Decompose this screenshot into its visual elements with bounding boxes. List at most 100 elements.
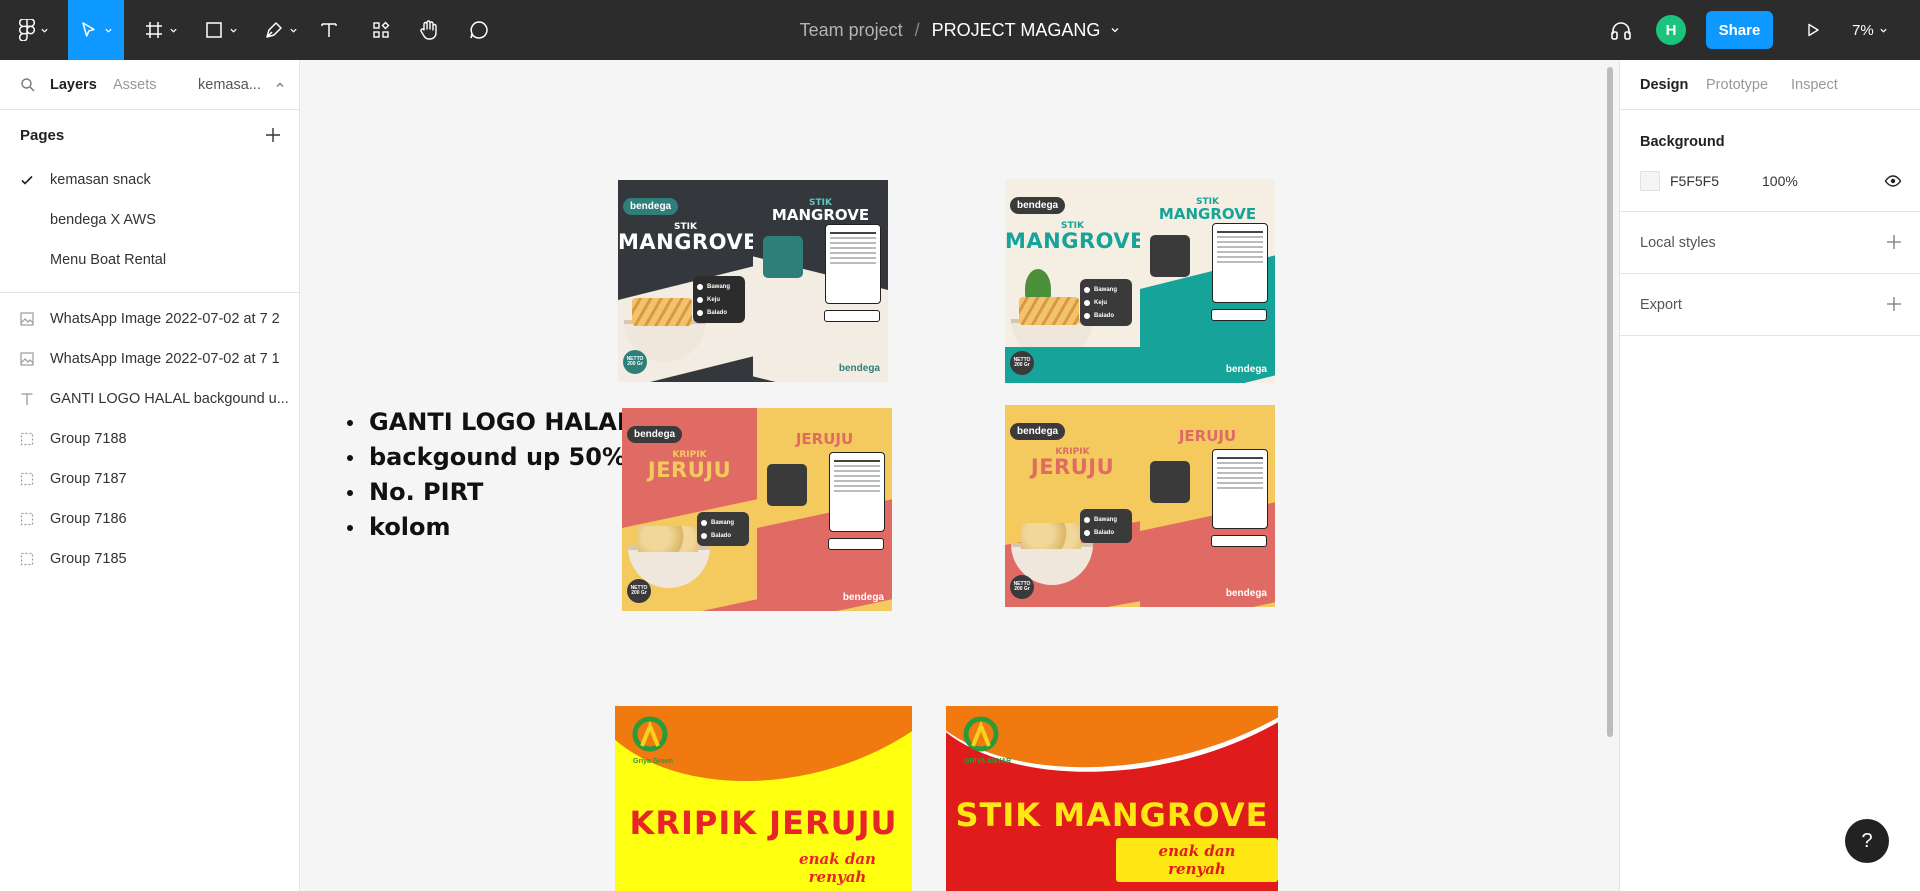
product-title: JERUJU <box>795 430 854 448</box>
move-tool-button[interactable] <box>68 0 124 60</box>
comment-tool-button[interactable] <box>466 0 492 60</box>
project-crumb[interactable]: Team project <box>800 20 903 41</box>
top-toolbar: Team project / PROJECT MAGANG H Share 7% <box>0 0 1920 60</box>
tab-layers[interactable]: Layers <box>50 60 97 110</box>
file-name[interactable]: PROJECT MAGANG <box>932 20 1101 41</box>
resources-button[interactable] <box>368 0 394 60</box>
layer-item[interactable]: WhatsApp Image 2022-07-02 at 7 1 <box>0 339 299 379</box>
canvas-scrollbar[interactable] <box>1607 67 1613 737</box>
flavor-item: Bawang <box>1084 513 1128 526</box>
background-opacity-input[interactable]: 100% <box>1762 173 1862 189</box>
left-panel: Layers Assets kemasa... Pages kemasan sn… <box>0 60 300 891</box>
pack-front-panel: bendega KRIPIK JERUJU Bawang Balado NETT… <box>1005 405 1140 607</box>
chevron-down-icon <box>41 28 48 33</box>
page-item-bendega-x-aws[interactable]: bendega X AWS <box>0 200 299 240</box>
layer-label: Group 7185 <box>50 551 127 567</box>
layer-item[interactable]: Group 7188 <box>0 419 299 459</box>
background-title: Background <box>1640 134 1725 150</box>
play-icon <box>1808 23 1819 37</box>
ingredients-box <box>763 236 803 278</box>
text-icon <box>321 23 337 37</box>
present-button[interactable] <box>1800 0 1826 60</box>
tagline: enak dan renyah <box>1116 838 1278 882</box>
background-color-swatch[interactable] <box>1640 171 1660 191</box>
share-button[interactable]: Share <box>1706 11 1773 49</box>
pack-front-panel: bendega STIK MANGROVE Bawang Keju Balado… <box>1005 179 1140 383</box>
layer-label: Group 7186 <box>50 511 127 527</box>
pen-tool-button[interactable] <box>258 0 304 60</box>
eye-icon[interactable] <box>1884 172 1902 190</box>
tab-inspect[interactable]: Inspect <box>1791 60 1838 110</box>
packaging-stik-mangrove-teal[interactable]: bendega STIK MANGROVE Bawang Keju Balado… <box>1005 179 1275 383</box>
product-title: JERUJU <box>1178 427 1237 445</box>
hand-icon <box>420 20 437 40</box>
frame-icon <box>146 22 162 38</box>
pack-back-panel: JERUJU bendega <box>1140 405 1275 607</box>
audio-button[interactable] <box>1604 0 1638 60</box>
netto-badge: NETTO 200 Gr <box>1010 575 1034 599</box>
note-item: No. PIRT <box>345 475 632 510</box>
packaging-griya-stik-mangrove[interactable]: GRIYA ANYAR STIK MANGROVE enak dan renya… <box>946 706 1278 891</box>
pack-front-panel: bendega STIK MANGROVE Bawang Keju Balado… <box>618 180 753 382</box>
brand-mini: bendega <box>1225 364 1267 375</box>
pack-back-panel: STIK MANGROVE bendega <box>753 180 888 382</box>
checkmark-icon <box>21 175 33 185</box>
page-item-label: kemasan snack <box>50 172 151 188</box>
hand-tool-button[interactable] <box>416 0 442 60</box>
layer-item[interactable]: WhatsApp Image 2022-07-02 at 7 2 <box>0 299 299 339</box>
page-item-kemasan-snack[interactable]: kemasan snack <box>0 160 299 200</box>
export-label: Export <box>1640 296 1682 313</box>
figma-logo-icon <box>19 19 35 41</box>
shape-tool-button[interactable] <box>198 0 244 60</box>
layer-label: Group 7187 <box>50 471 127 487</box>
layers-list: WhatsApp Image 2022-07-02 at 7 2 WhatsAp… <box>0 299 299 579</box>
chevron-down-icon[interactable] <box>1110 25 1120 35</box>
frame-tool-button[interactable] <box>138 0 184 60</box>
packaging-stik-mangrove-dark[interactable]: bendega STIK MANGROVE Bawang Keju Balado… <box>618 180 888 382</box>
nutrition-facts-box <box>829 452 885 532</box>
layer-item[interactable]: Group 7186 <box>0 499 299 539</box>
brand-mini: bendega <box>1225 588 1267 599</box>
search-button[interactable] <box>20 60 36 110</box>
right-panel: Design Prototype Inspect Background F5F5… <box>1619 60 1920 891</box>
pages-list: kemasan snack bendega X AWS Menu Boat Re… <box>0 160 299 280</box>
tab-design[interactable]: Design <box>1640 60 1688 110</box>
text-tool-button[interactable] <box>316 0 342 60</box>
main-menu-button[interactable] <box>10 0 58 60</box>
local-styles-section: Local styles <box>1620 212 1920 274</box>
chevron-down-icon <box>230 28 237 33</box>
chevron-down-icon <box>170 28 177 33</box>
add-export-icon[interactable] <box>1884 294 1904 314</box>
brand-badge: bendega <box>1010 197 1066 214</box>
packaging-kripik-jeruju-yellow[interactable]: bendega KRIPIK JERUJU Bawang Balado NETT… <box>1005 405 1275 607</box>
tab-prototype[interactable]: Prototype <box>1706 60 1768 110</box>
background-hex-input[interactable]: F5F5F5 <box>1670 173 1762 189</box>
code-box <box>828 538 884 550</box>
chips-graphic <box>1021 523 1081 549</box>
help-button[interactable]: ? <box>1845 819 1889 863</box>
add-page-icon[interactable] <box>263 125 283 145</box>
tab-assets[interactable]: Assets <box>113 60 157 110</box>
packaging-kripik-jeruju-red[interactable]: bendega KRIPIK JERUJU Bawang Balado NETT… <box>622 408 892 611</box>
page-selector-label: kemasa... <box>198 77 261 93</box>
packaging-griya-kripik-jeruju[interactable]: Griya Green KRIPIK JERUJU enak dan renya… <box>615 706 912 891</box>
layer-item[interactable]: Group 7185 <box>0 539 299 579</box>
chevron-down-icon <box>1880 28 1887 33</box>
page-selector[interactable]: kemasa... <box>198 60 285 110</box>
brand-badge: bendega <box>1010 423 1066 440</box>
user-avatar[interactable]: H <box>1656 15 1686 45</box>
export-row[interactable]: Export <box>1620 274 1920 335</box>
layer-item[interactable]: Group 7187 <box>0 459 299 499</box>
layer-item[interactable]: GANTI LOGO HALAL backgound u... <box>0 379 299 419</box>
add-style-icon[interactable] <box>1884 232 1904 252</box>
zoom-menu[interactable]: 7% <box>1852 0 1888 60</box>
flavor-item: Balado <box>697 306 741 319</box>
headphones-icon <box>1611 22 1631 40</box>
local-styles-row[interactable]: Local styles <box>1620 212 1920 273</box>
chevron-down-icon <box>290 28 297 33</box>
notes-text-layer[interactable]: GANTI LOGO HALAL backgound up 50% No. PI… <box>345 405 632 545</box>
chips-graphic <box>638 526 698 552</box>
canvas[interactable]: GANTI LOGO HALAL backgound up 50% No. PI… <box>300 60 1619 891</box>
layer-label: WhatsApp Image 2022-07-02 at 7 2 <box>50 311 280 327</box>
page-item-menu-boat-rental[interactable]: Menu Boat Rental <box>0 240 299 280</box>
